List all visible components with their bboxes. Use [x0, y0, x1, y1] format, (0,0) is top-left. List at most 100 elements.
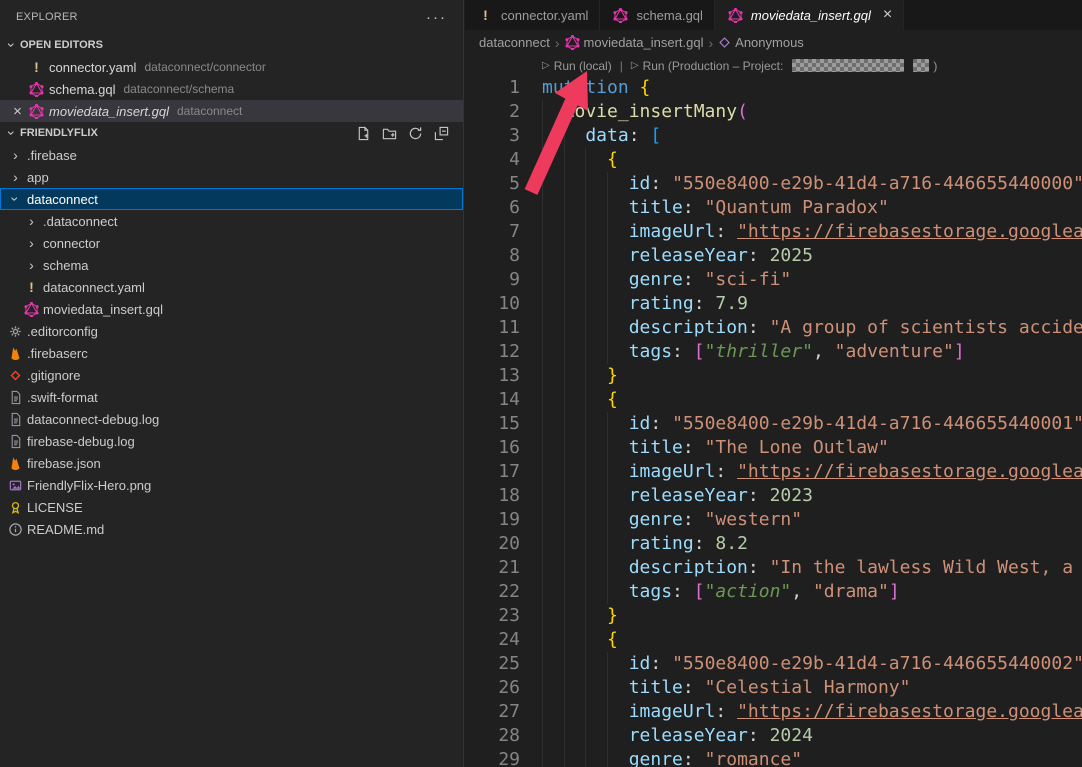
line-number[interactable]: 21: [465, 556, 520, 580]
code-line[interactable]: 24 {: [465, 628, 1082, 652]
new-file-icon[interactable]: [356, 126, 371, 141]
line-number[interactable]: 7: [465, 220, 520, 244]
tab-connector.yaml[interactable]: !connector.yaml: [465, 0, 600, 30]
line-number[interactable]: 11: [465, 316, 520, 340]
open-editor-moviedata_insert.gql[interactable]: ×moviedata_insert.gqldataconnect: [0, 100, 463, 122]
code-line[interactable]: 28 releaseYear: 2024: [465, 724, 1082, 748]
code-line[interactable]: 9 genre: "sci-fi": [465, 268, 1082, 292]
tab-schema.gql[interactable]: schema.gql: [600, 0, 714, 30]
line-number[interactable]: 15: [465, 412, 520, 436]
code-line[interactable]: 18 releaseYear: 2023: [465, 484, 1082, 508]
code-line[interactable]: 8 releaseYear: 2025: [465, 244, 1082, 268]
line-number[interactable]: 12: [465, 340, 520, 364]
line-number[interactable]: 2: [465, 100, 520, 124]
tree-item-dataconnect[interactable]: ›dataconnect: [0, 188, 463, 210]
open-editor-connector.yaml[interactable]: !connector.yamldataconnect/connector: [0, 56, 463, 78]
line-number[interactable]: 9: [465, 268, 520, 292]
refresh-icon[interactable]: [408, 126, 423, 141]
tree-item-.editorconfig[interactable]: .editorconfig: [0, 320, 463, 342]
tree-item-dataconnect.yaml[interactable]: !dataconnect.yaml: [0, 276, 463, 298]
tree-item-firebase.json[interactable]: firebase.json: [0, 452, 463, 474]
line-number[interactable]: 22: [465, 580, 520, 604]
code-line[interactable]: 3 data: [: [465, 124, 1082, 148]
code-line[interactable]: 5 id: "550e8400-e29b-41d4-a716-446655440…: [465, 172, 1082, 196]
line-number[interactable]: 26: [465, 676, 520, 700]
line-number[interactable]: 29: [465, 748, 520, 767]
code-line[interactable]: 7 imageUrl: "https://firebasestorage.goo…: [465, 220, 1082, 244]
tree-item-connector[interactable]: ›connector: [0, 232, 463, 254]
line-number[interactable]: 3: [465, 124, 520, 148]
tree-item-dataconnect-debug.log[interactable]: dataconnect-debug.log: [0, 408, 463, 430]
code-line[interactable]: 11 description: "A group of scientists a…: [465, 316, 1082, 340]
line-number[interactable]: 8: [465, 244, 520, 268]
code-line[interactable]: 6 title: "Quantum Paradox": [465, 196, 1082, 220]
code-line[interactable]: 12 tags: ["thriller", "adventure"]: [465, 340, 1082, 364]
codelens-command-run-production[interactable]: ▷Run (Production – Project:): [631, 59, 937, 73]
code-line[interactable]: 25 id: "550e8400-e29b-41d4-a716-44665544…: [465, 652, 1082, 676]
line-number[interactable]: 18: [465, 484, 520, 508]
graphql-icon: [611, 8, 630, 23]
code-line[interactable]: 13 }: [465, 364, 1082, 388]
tree-item-app[interactable]: ›app: [0, 166, 463, 188]
breadcrumb-item-Anonymous[interactable]: Anonymous: [718, 35, 804, 50]
code-line[interactable]: 27 imageUrl: "https://firebasestorage.go…: [465, 700, 1082, 724]
line-number[interactable]: 20: [465, 532, 520, 556]
project-section-header[interactable]: › FRIENDLYFLIX: [0, 122, 463, 144]
tree-item-.firebaserc[interactable]: .firebaserc: [0, 342, 463, 364]
close-icon[interactable]: ×: [883, 7, 892, 23]
code-line[interactable]: 16 title: "The Lone Outlaw": [465, 436, 1082, 460]
close-icon[interactable]: ×: [8, 103, 27, 120]
line-number[interactable]: 17: [465, 460, 520, 484]
code-line[interactable]: 23 }: [465, 604, 1082, 628]
line-number[interactable]: 6: [465, 196, 520, 220]
collapse-all-icon[interactable]: [434, 126, 449, 141]
code-line[interactable]: 26 title: "Celestial Harmony": [465, 676, 1082, 700]
tree-item-README.md[interactable]: README.md: [0, 518, 463, 540]
line-number[interactable]: 19: [465, 508, 520, 532]
breadcrumb-item-dataconnect[interactable]: dataconnect: [479, 35, 550, 50]
tree-item-.swift-format[interactable]: .swift-format: [0, 386, 463, 408]
line-number[interactable]: 23: [465, 604, 520, 628]
more-actions-icon[interactable]: ···: [426, 10, 447, 25]
line-number[interactable]: 10: [465, 292, 520, 316]
line-number[interactable]: 14: [465, 388, 520, 412]
code-line[interactable]: 21 description: "In the lawless Wild Wes…: [465, 556, 1082, 580]
line-number[interactable]: 28: [465, 724, 520, 748]
tree-item-.dataconnect[interactable]: ›.dataconnect: [0, 210, 463, 232]
code-line[interactable]: 17 imageUrl: "https://firebasestorage.go…: [465, 460, 1082, 484]
line-number[interactable]: 24: [465, 628, 520, 652]
code-line[interactable]: 19 genre: "western": [465, 508, 1082, 532]
code-line[interactable]: 14 {: [465, 388, 1082, 412]
open-editors-header[interactable]: › OPEN EDITORS: [0, 34, 463, 56]
codelens-command-run-local[interactable]: ▷Run (local): [542, 59, 612, 73]
breadcrumb-item-moviedata_insert.gql[interactable]: moviedata_insert.gql: [565, 35, 704, 50]
firebase-icon: [6, 346, 25, 361]
code-line[interactable]: 10 rating: 7.9: [465, 292, 1082, 316]
tree-item-schema[interactable]: ›schema: [0, 254, 463, 276]
code-line[interactable]: 22 tags: ["action", "drama"]: [465, 580, 1082, 604]
line-number[interactable]: 13: [465, 364, 520, 388]
new-folder-icon[interactable]: [382, 126, 397, 141]
tree-item-.gitignore[interactable]: .gitignore: [0, 364, 463, 386]
tab-moviedata_insert.gql[interactable]: moviedata_insert.gql×: [715, 0, 904, 30]
line-number[interactable]: 16: [465, 436, 520, 460]
code-text: }: [542, 604, 618, 628]
line-number[interactable]: 5: [465, 172, 520, 196]
line-number[interactable]: 4: [465, 148, 520, 172]
code-line[interactable]: 4 {: [465, 148, 1082, 172]
code-line[interactable]: 15 id: "550e8400-e29b-41d4-a716-44665544…: [465, 412, 1082, 436]
tree-item-firebase-debug.log[interactable]: firebase-debug.log: [0, 430, 463, 452]
tree-item-LICENSE[interactable]: LICENSE: [0, 496, 463, 518]
code-line[interactable]: 1mutation {: [465, 76, 1082, 100]
tree-item-FriendlyFlix-Hero.png[interactable]: FriendlyFlix-Hero.png: [0, 474, 463, 496]
open-editor-schema.gql[interactable]: schema.gqldataconnect/schema: [0, 78, 463, 100]
tree-item-moviedata_insert.gql[interactable]: moviedata_insert.gql: [0, 298, 463, 320]
line-number[interactable]: 1: [465, 76, 520, 100]
code-line[interactable]: 29 genre: "romance": [465, 748, 1082, 767]
code-text: genre: "sci-fi": [542, 268, 791, 292]
code-line[interactable]: 20 rating: 8.2: [465, 532, 1082, 556]
code-line[interactable]: 2 movie_insertMany(: [465, 100, 1082, 124]
line-number[interactable]: 27: [465, 700, 520, 724]
line-number[interactable]: 25: [465, 652, 520, 676]
tree-item-.firebase[interactable]: ›.firebase: [0, 144, 463, 166]
